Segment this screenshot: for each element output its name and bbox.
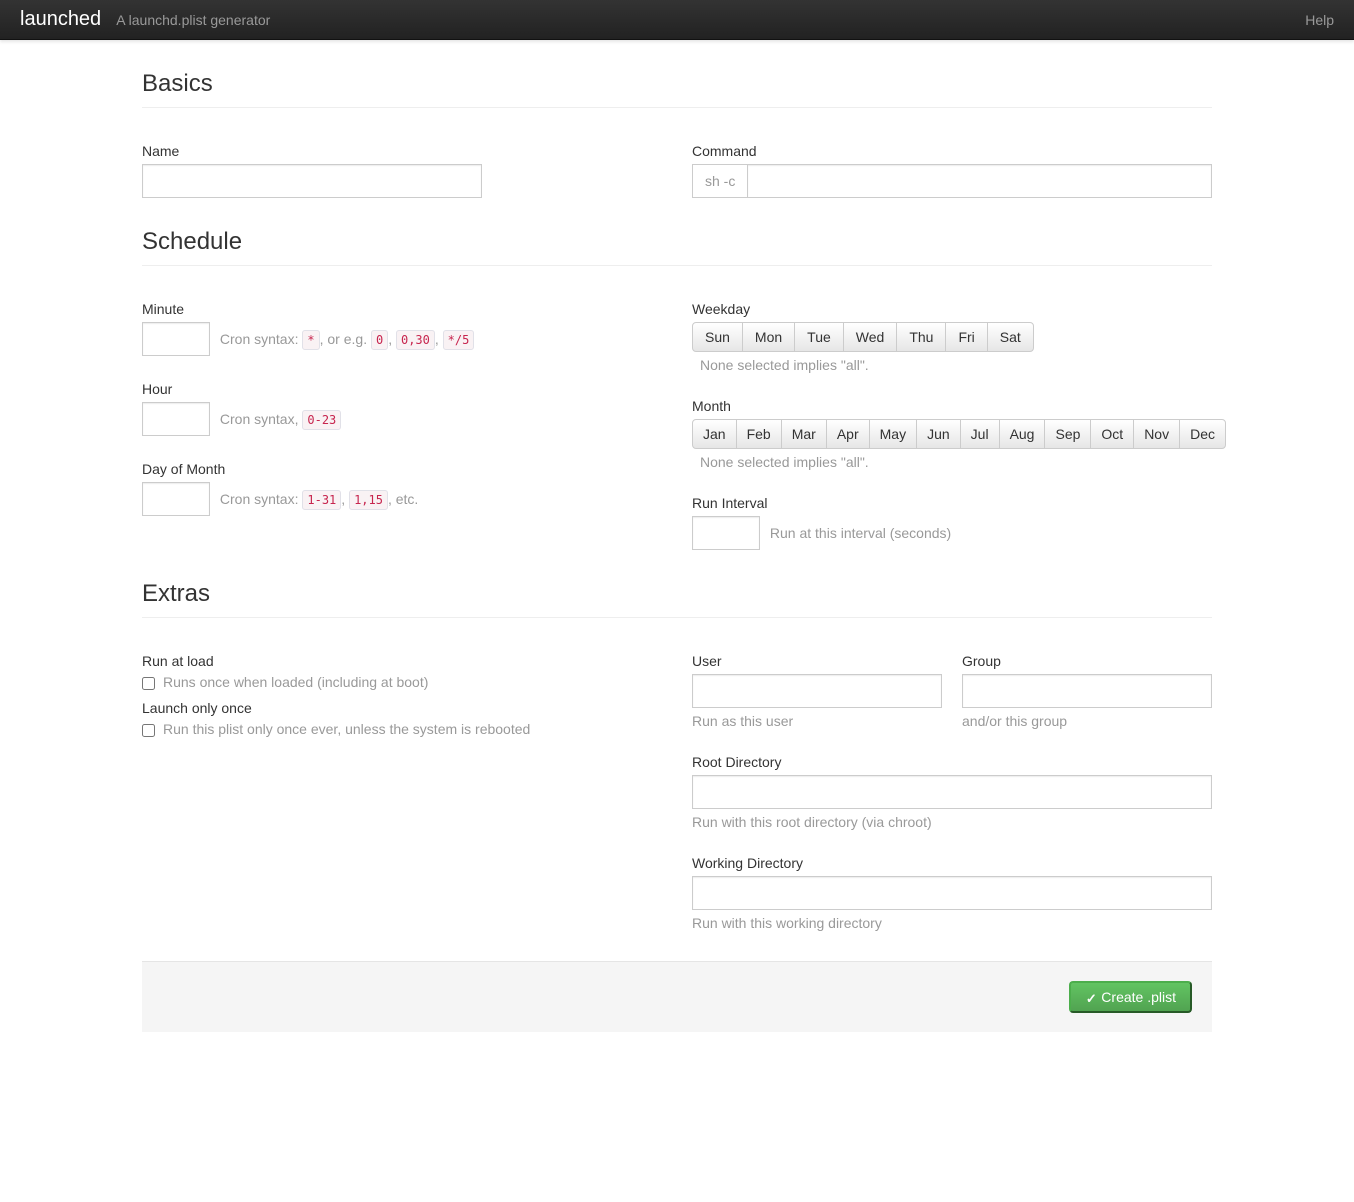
launch-once-checkbox[interactable]	[142, 724, 155, 737]
interval-input[interactable]	[692, 516, 760, 550]
user-label: User	[692, 653, 942, 669]
check-icon	[1085, 990, 1097, 1002]
working-dir-label: Working Directory	[692, 855, 1212, 871]
run-at-load-label: Run at load	[142, 653, 662, 669]
hour-label: Hour	[142, 381, 662, 397]
weekday-thu[interactable]: Thu	[896, 322, 946, 352]
command-label: Command	[692, 143, 1212, 159]
dom-label: Day of Month	[142, 461, 662, 477]
month-label: Month	[692, 398, 1212, 414]
weekday-sat[interactable]: Sat	[987, 322, 1034, 352]
minute-help: Cron syntax: *, or e.g. 0, 0,30, */5	[220, 331, 474, 347]
minute-input[interactable]	[142, 322, 210, 356]
root-dir-input[interactable]	[692, 775, 1212, 809]
command-prefix: sh -c	[692, 164, 747, 198]
command-input-group: sh -c	[692, 164, 1212, 198]
weekday-mon[interactable]: Mon	[742, 322, 795, 352]
section-basics-header: Basics	[142, 70, 1212, 108]
root-dir-help: Run with this root directory (via chroot…	[692, 814, 1212, 830]
month-aug[interactable]: Aug	[999, 419, 1046, 449]
group-label: Group	[962, 653, 1212, 669]
weekday-tue[interactable]: Tue	[794, 322, 844, 352]
month-feb[interactable]: Feb	[736, 419, 782, 449]
weekday-fri[interactable]: Fri	[945, 322, 987, 352]
month-sep[interactable]: Sep	[1044, 419, 1091, 449]
run-at-load-checkbox[interactable]	[142, 677, 155, 690]
month-jul[interactable]: Jul	[960, 419, 1000, 449]
launch-once-label: Launch only once	[142, 700, 662, 716]
dom-help: Cron syntax: 1-31, 1,15, etc.	[220, 491, 418, 507]
command-input[interactable]	[747, 164, 1212, 198]
root-dir-label: Root Directory	[692, 754, 1212, 770]
interval-label: Run Interval	[692, 495, 1212, 511]
weekday-sun[interactable]: Sun	[692, 322, 743, 352]
launch-once-desc: Run this plist only once ever, unless th…	[163, 721, 530, 737]
dom-input[interactable]	[142, 482, 210, 516]
section-schedule-header: Schedule	[142, 228, 1212, 266]
brand-link[interactable]: launched	[20, 8, 101, 31]
tagline: A launchd.plist generator	[116, 12, 270, 28]
help-link[interactable]: Help	[1305, 12, 1334, 28]
weekday-help: None selected implies "all".	[700, 357, 1212, 373]
month-mar[interactable]: Mar	[781, 419, 827, 449]
name-input[interactable]	[142, 164, 482, 198]
weekday-group: Sun Mon Tue Wed Thu Fri Sat	[692, 322, 1034, 352]
user-help: Run as this user	[692, 713, 942, 729]
section-extras-header: Extras	[142, 580, 1212, 618]
working-dir-help: Run with this working directory	[692, 915, 1212, 931]
month-help: None selected implies "all".	[700, 454, 1212, 470]
month-jun[interactable]: Jun	[916, 419, 961, 449]
group-help: and/or this group	[962, 713, 1212, 729]
month-may[interactable]: May	[869, 419, 917, 449]
month-nov[interactable]: Nov	[1133, 419, 1180, 449]
interval-help: Run at this interval (seconds)	[770, 525, 951, 541]
weekday-label: Weekday	[692, 301, 1212, 317]
name-label: Name	[142, 143, 662, 159]
hour-help: Cron syntax, 0-23	[220, 411, 341, 427]
user-input[interactable]	[692, 674, 942, 708]
form-actions: Create .plist	[142, 961, 1212, 1032]
month-group: Jan Feb Mar Apr May Jun Jul Aug Sep Oct …	[692, 419, 1226, 449]
navbar: launched A launchd.plist generator Help	[0, 0, 1354, 40]
create-plist-button[interactable]: Create .plist	[1069, 981, 1192, 1013]
hour-input[interactable]	[142, 402, 210, 436]
weekday-wed[interactable]: Wed	[843, 322, 898, 352]
month-dec[interactable]: Dec	[1179, 419, 1226, 449]
run-at-load-desc: Runs once when loaded (including at boot…	[163, 674, 428, 690]
minute-label: Minute	[142, 301, 662, 317]
month-jan[interactable]: Jan	[692, 419, 737, 449]
month-oct[interactable]: Oct	[1090, 419, 1134, 449]
group-input[interactable]	[962, 674, 1212, 708]
working-dir-input[interactable]	[692, 876, 1212, 910]
month-apr[interactable]: Apr	[826, 419, 870, 449]
